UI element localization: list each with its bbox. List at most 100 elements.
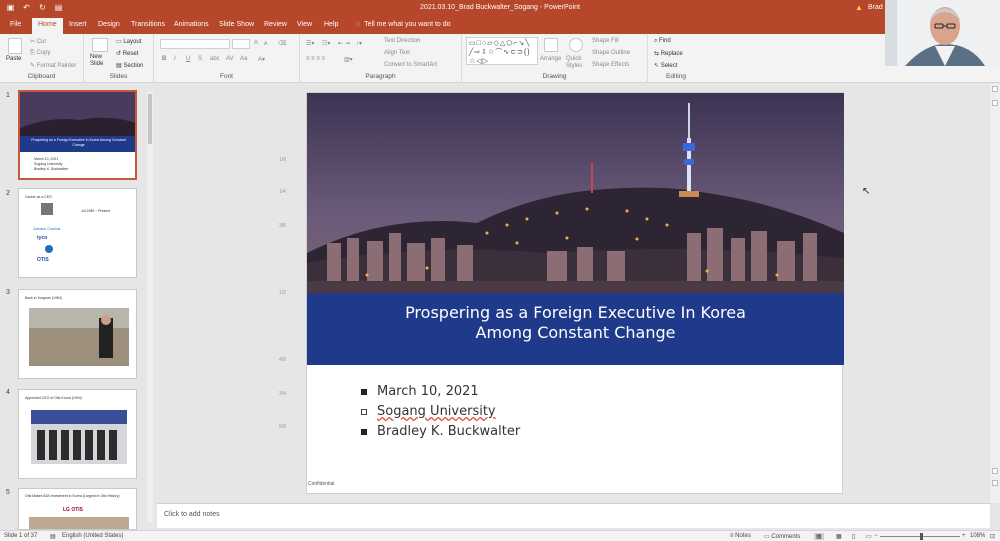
user-name[interactable]: Brad bbox=[868, 4, 883, 11]
shrink-font-button[interactable]: A bbox=[264, 41, 267, 47]
zoom-slider-thumb[interactable] bbox=[920, 533, 924, 540]
new-slide-button[interactable]: New Slide bbox=[90, 54, 114, 68]
slideshow-icon[interactable]: ▭ bbox=[866, 533, 872, 540]
select-button[interactable]: ↖ Select bbox=[654, 62, 677, 69]
next-slide-icon[interactable] bbox=[992, 480, 998, 486]
tab-slide-show[interactable]: Slide Show bbox=[219, 21, 254, 28]
slide-thumbnail-1[interactable]: Prospering as a Foreign Executive In Kor… bbox=[18, 90, 137, 180]
bullet-square-icon bbox=[361, 389, 367, 395]
slide-scrollbar[interactable] bbox=[990, 84, 1000, 503]
scroll-thumb[interactable] bbox=[148, 94, 152, 144]
line-spacing-icon[interactable]: ↕▾ bbox=[356, 40, 362, 47]
normal-view-icon[interactable]: ▦ bbox=[814, 533, 824, 540]
reading-view-icon[interactable]: ▯ bbox=[852, 533, 855, 540]
strikethrough-button[interactable]: S bbox=[198, 56, 202, 62]
title-bar: ▣ ↶ ↻ ▤ 2021.03.10_Brad Buckwalter_Sogan… bbox=[0, 0, 1000, 17]
tab-design[interactable]: Design bbox=[98, 21, 120, 28]
cut-button[interactable]: ✂ Cut bbox=[30, 38, 46, 45]
slide-thumbnail-5[interactable]: Otis Makes $1B Investment in Korea (Larg… bbox=[18, 488, 137, 530]
bold-button[interactable]: B bbox=[162, 56, 166, 62]
smartart-button[interactable]: Convert to SmartArt bbox=[384, 62, 437, 68]
thumb-number: 5 bbox=[6, 489, 10, 496]
prev-slide-icon[interactable] bbox=[992, 468, 998, 474]
layout-button[interactable]: ▭ Layout bbox=[116, 38, 141, 45]
slide-thumbnail-4[interactable]: Appointed CEO of Otis Korea (1994) bbox=[18, 389, 137, 479]
char-spacing-button[interactable]: AV bbox=[226, 56, 234, 62]
brush-icon: ✎ bbox=[30, 63, 37, 69]
reset-button[interactable]: ↺ Reset bbox=[116, 50, 138, 57]
thumbnail-scrollbar[interactable] bbox=[147, 92, 153, 522]
editing-group: ⌕ Find ⇆ Replace ↖ Select Editing bbox=[648, 34, 704, 83]
shape-fill-button[interactable]: Shape Fill bbox=[592, 38, 619, 44]
spellcheck-icon[interactable]: ▤ bbox=[50, 533, 56, 540]
italic-button[interactable]: I bbox=[174, 56, 176, 62]
font-color-icon[interactable]: A▾ bbox=[258, 56, 265, 63]
slide-counter: Slide 1 of 37 bbox=[4, 533, 38, 539]
font-name-field[interactable] bbox=[160, 39, 230, 49]
ruler-tick: 5/8 bbox=[279, 424, 286, 430]
section-button[interactable]: ▤ Section bbox=[116, 62, 143, 69]
tab-file[interactable]: File bbox=[10, 21, 21, 28]
thumb-2-logo-mark bbox=[45, 245, 53, 253]
tab-help[interactable]: Help bbox=[324, 21, 338, 28]
ruler-tick: 3/8 bbox=[279, 223, 286, 229]
numbering-icon[interactable]: ☷▾ bbox=[322, 40, 330, 47]
notes-button[interactable]: ≡ Notes bbox=[730, 533, 751, 539]
shadow-button[interactable]: abc bbox=[210, 56, 220, 62]
font-size-field[interactable] bbox=[232, 39, 250, 49]
arrange-button[interactable]: Arrange bbox=[540, 56, 561, 62]
tab-transitions[interactable]: Transitions bbox=[131, 21, 165, 28]
slide-thumbnail-3[interactable]: Back in Yongsan (1984) bbox=[18, 289, 137, 379]
shapes-gallery[interactable]: ▭□○▱◇△⬠⌐↘╲╱⇨⇩☆⌒∿⊂⊃{}☆◁▷ bbox=[466, 37, 538, 65]
zoom-in-icon[interactable]: + bbox=[962, 533, 966, 539]
thumb-3-title: Back in Yongsan (1984) bbox=[25, 296, 62, 300]
shape-effects-button[interactable]: Shape Effects bbox=[592, 62, 629, 68]
format-painter-button[interactable]: ✎ Format Painter bbox=[30, 62, 76, 69]
replace-button[interactable]: ⇆ Replace bbox=[654, 50, 683, 57]
slide-title[interactable]: Prospering as a Foreign Executive In Kor… bbox=[307, 303, 844, 343]
ruler-tick: 1/4 bbox=[279, 189, 286, 195]
paste-icon bbox=[8, 38, 22, 54]
shape-outline-button[interactable]: Shape Outline bbox=[592, 50, 630, 56]
bullet-text: Bradley K. Buckwalter bbox=[377, 424, 521, 439]
bullet-text: Sogang University bbox=[377, 404, 496, 419]
slide-sorter-icon[interactable]: ▦ bbox=[836, 533, 842, 540]
tell-me-search[interactable]: ◌ Tell me what you want to do bbox=[356, 21, 451, 28]
thumb-1-title: Prospering as a Foreign Executive In Kor… bbox=[31, 138, 126, 147]
indent-icon[interactable]: ⇤ ⇥ bbox=[338, 40, 350, 47]
zoom-out-icon[interactable]: − bbox=[874, 533, 878, 539]
columns-icon[interactable]: ▥▾ bbox=[344, 56, 353, 63]
tab-view[interactable]: View bbox=[297, 21, 312, 28]
notes-pane[interactable]: Click to add notes bbox=[157, 503, 990, 528]
align-text-button[interactable]: Align Text bbox=[384, 50, 410, 56]
paste-button[interactable]: Paste bbox=[6, 56, 21, 62]
change-case-button[interactable]: Aa bbox=[240, 56, 247, 62]
slide-bullet-list[interactable]: March 10, 2021 Sogang University Bradley… bbox=[361, 383, 520, 443]
copy-button[interactable]: ⎘ Copy bbox=[30, 50, 50, 57]
scroll-thumb[interactable] bbox=[992, 100, 998, 106]
find-button[interactable]: ⌕ Find bbox=[654, 38, 671, 45]
current-slide[interactable]: Prospering as a Foreign Executive In Kor… bbox=[306, 92, 844, 494]
warning-icon[interactable]: ▲ bbox=[855, 3, 863, 12]
underline-button[interactable]: U bbox=[186, 56, 190, 62]
thumb-number: 1 bbox=[6, 92, 10, 99]
clear-format-icon[interactable]: ⌫ bbox=[278, 40, 286, 47]
comments-button[interactable]: ▭ Comments bbox=[764, 533, 800, 540]
tab-home[interactable]: Home bbox=[32, 18, 63, 34]
slide-thumbnail-2[interactable]: Career as a CEO Jul 1989 ~ Present Johns… bbox=[18, 188, 137, 278]
fit-slide-icon[interactable]: ⊡ bbox=[990, 533, 995, 540]
font-group: A A ⌫ B I U S abc AV Aa A▾ Font bbox=[154, 34, 300, 83]
grow-font-button[interactable]: A bbox=[254, 40, 258, 46]
bullets-icon[interactable]: ☰▾ bbox=[306, 40, 314, 47]
language-indicator[interactable]: English (United States) bbox=[62, 533, 123, 539]
quick-styles-button[interactable]: Quick Styles bbox=[566, 56, 588, 70]
tab-insert[interactable]: Insert bbox=[69, 21, 87, 28]
tab-animations[interactable]: Animations bbox=[174, 21, 209, 28]
zoom-level[interactable]: 108% bbox=[970, 533, 985, 539]
clipboard-group: Paste ✂ Cut ⎘ Copy ✎ Format Painter Clip… bbox=[0, 34, 84, 83]
text-direction-button[interactable]: Text Direction bbox=[384, 38, 420, 44]
scroll-up-icon[interactable] bbox=[992, 86, 998, 92]
editing-label: Editing bbox=[666, 73, 686, 80]
align-icons[interactable]: ≡ ≡ ≡ ≡ bbox=[306, 56, 325, 62]
tab-review[interactable]: Review bbox=[264, 21, 287, 28]
